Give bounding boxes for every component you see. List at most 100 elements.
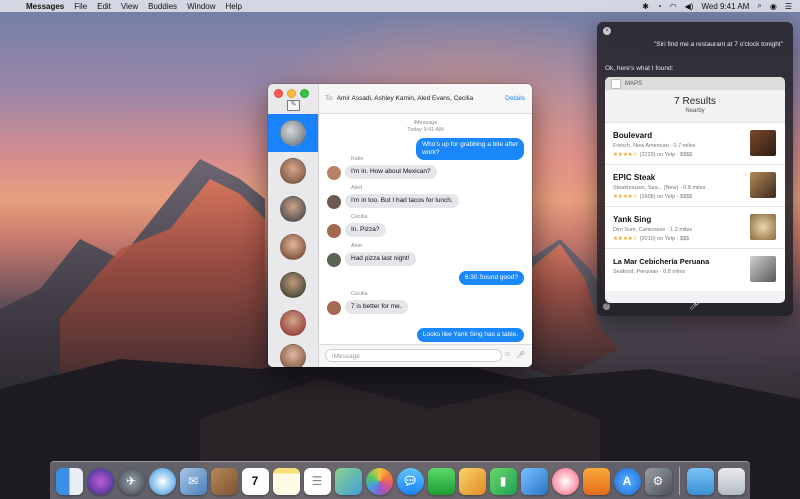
window-controls <box>274 89 309 98</box>
avatar <box>327 253 341 267</box>
recipients[interactable]: Amir Assadi, Ashley Kamin, Aled Evans, C… <box>337 95 497 102</box>
keynote-icon[interactable] <box>520 467 548 495</box>
emoji-icon[interactable]: ☺ <box>504 351 511 358</box>
contacts-icon[interactable] <box>210 467 238 495</box>
conversation-item[interactable] <box>268 228 318 266</box>
avatar <box>280 120 306 146</box>
maps-icon <box>611 78 621 89</box>
conversation-group[interactable] <box>268 114 318 152</box>
result-item[interactable]: Yank Sing Dim Sum, Cantonese · 1.2 miles… <box>605 206 785 249</box>
maps-card-title: MAPS <box>625 80 643 87</box>
numbers-icon[interactable]: ▮ <box>489 467 517 495</box>
chat-header: To: Amir Assadi, Ashley Kamin, Aled Evan… <box>319 84 532 114</box>
menu-clock[interactable]: Wed 9:41 AM <box>701 2 749 11</box>
facetime-icon[interactable] <box>427 467 455 495</box>
wifi-icon[interactable]: ◠ <box>670 2 677 11</box>
conversation-item[interactable] <box>268 342 318 367</box>
help-icon[interactable]: ? <box>603 303 610 310</box>
menu-buddies[interactable]: Buddies <box>148 2 177 11</box>
close-icon[interactable]: × <box>603 27 611 35</box>
dock: ✈ ✉ 7 ☰ 💬︎ ▮ ♪ A ⚙ <box>50 461 750 499</box>
result-item[interactable]: La Mar Cebichería Peruana Seafood, Peruv… <box>605 248 785 291</box>
minimize-button[interactable] <box>287 89 296 98</box>
ibooks-icon[interactable] <box>582 467 610 495</box>
calendar-icon[interactable]: 7 <box>241 467 269 495</box>
compose-icon[interactable]: ✎ <box>287 100 300 111</box>
result-rating: ★★★★☆ (2010) on Yelp · $$$ <box>613 236 689 242</box>
menu-help[interactable]: Help <box>226 2 242 11</box>
result-item[interactable]: Boulevard French, New American · 0.7 mil… <box>605 122 785 165</box>
result-rating: ★★★★☆ (1608) on Yelp · $$$$ <box>613 194 692 200</box>
details-button[interactable]: Details <box>505 95 525 102</box>
avatar <box>280 158 306 184</box>
menu-view[interactable]: View <box>121 2 138 11</box>
conversation-item[interactable] <box>268 152 318 190</box>
result-detail: Steakhouses, Sea... (New) · 0.8 miles <box>613 185 706 191</box>
trash-icon[interactable] <box>717 467 745 495</box>
timestamp: Today 9:41 AM <box>407 127 444 133</box>
message-bubble-incoming: Had pizza last night! <box>345 252 416 266</box>
reminders-icon[interactable]: ☰ <box>303 467 331 495</box>
result-name: EPIC Steak <box>613 173 656 182</box>
avatar <box>327 166 341 180</box>
result-detail: Dim Sum, Cantonese · 1.2 miles <box>613 227 693 233</box>
siri-footer: ? 🎤︎ <box>597 300 793 316</box>
spotlight-icon[interactable]: ⌕ <box>757 1 761 11</box>
sender-name: Cecilia <box>351 291 368 297</box>
system-preferences-icon[interactable]: ⚙ <box>644 467 672 495</box>
menu-app-name[interactable]: Messages <box>26 2 64 11</box>
conversation-item[interactable] <box>268 190 318 228</box>
volume-icon[interactable]: ◀) <box>685 2 694 11</box>
to-label: To: <box>325 95 334 102</box>
avatar <box>280 344 306 367</box>
message-transcript: iMessage Today 9:41 AM Who's up for grab… <box>319 114 532 345</box>
bluetooth-icon[interactable]: ✱ <box>642 2 649 11</box>
maps-dock-icon[interactable] <box>334 467 362 495</box>
menu-window[interactable]: Window <box>187 2 215 11</box>
star-rating-icon: ★★★★☆ <box>613 194 638 200</box>
result-name: La Mar Cebichería Peruana <box>613 257 710 266</box>
close-button[interactable] <box>274 89 283 98</box>
result-photo <box>750 214 776 240</box>
messages-icon[interactable]: 💬︎ <box>396 467 424 495</box>
menu-file[interactable]: File <box>74 2 87 11</box>
message-bubble-outgoing: Looks like Yank Sing has a table. <box>416 328 524 342</box>
message-bubble-outgoing: Who's up for grabbing a bite after work? <box>416 138 524 160</box>
conversation-item[interactable] <box>268 266 318 304</box>
itunes-icon[interactable]: ♪ <box>551 467 579 495</box>
siri-menu-icon[interactable]: ◉ <box>770 2 777 11</box>
result-rating: ★★★★☆ (2229) on Yelp · $$$$ <box>613 152 692 158</box>
microphone-icon[interactable]: 🎤︎ <box>689 300 700 311</box>
results-subtitle: Nearby <box>685 108 705 114</box>
microphone-icon[interactable]: 🎤︎ <box>516 351 525 359</box>
launchpad-icon[interactable]: ✈ <box>117 467 145 495</box>
result-name: Boulevard <box>613 131 653 140</box>
app-store-icon[interactable]: A <box>613 467 641 495</box>
clock-icon[interactable]: ◔ <box>657 2 662 11</box>
siri-answer: Ok, here's what I found: <box>605 65 674 72</box>
conversation-item[interactable] <box>268 304 318 342</box>
sender-name: Katie <box>351 156 364 162</box>
results-count: 7 Results <box>674 96 716 107</box>
sender-name: Aled <box>351 185 363 191</box>
maximize-button[interactable] <box>300 89 309 98</box>
result-photo <box>750 130 776 156</box>
sender-name: Cecilia <box>351 214 368 220</box>
notes-icon[interactable] <box>272 467 300 495</box>
siri-icon[interactable] <box>86 467 114 495</box>
result-rating-text: (2229) on Yelp · $$$$ <box>639 152 693 158</box>
downloads-folder-icon[interactable] <box>686 467 714 495</box>
pages-icon[interactable] <box>458 467 486 495</box>
result-rating-text: (1608) on Yelp · $$$$ <box>639 194 693 200</box>
mail-icon[interactable]: ✉ <box>179 467 207 495</box>
result-item[interactable]: EPIC Steak Steakhouses, Sea... (New) · 0… <box>605 164 785 207</box>
star-rating-icon: ★★★★☆ <box>613 236 638 242</box>
menu-edit[interactable]: Edit <box>97 2 111 11</box>
finder-icon[interactable] <box>55 467 83 495</box>
safari-icon[interactable] <box>148 467 176 495</box>
notification-center-icon[interactable]: ☰ <box>785 2 792 11</box>
input-bar: iMessage ☺ 🎤︎ <box>319 344 532 367</box>
maps-results-card[interactable]: MAPS 7 Results Nearby Boulevard French, … <box>605 77 785 303</box>
message-input[interactable]: iMessage <box>325 349 502 362</box>
photos-icon[interactable] <box>365 467 393 495</box>
